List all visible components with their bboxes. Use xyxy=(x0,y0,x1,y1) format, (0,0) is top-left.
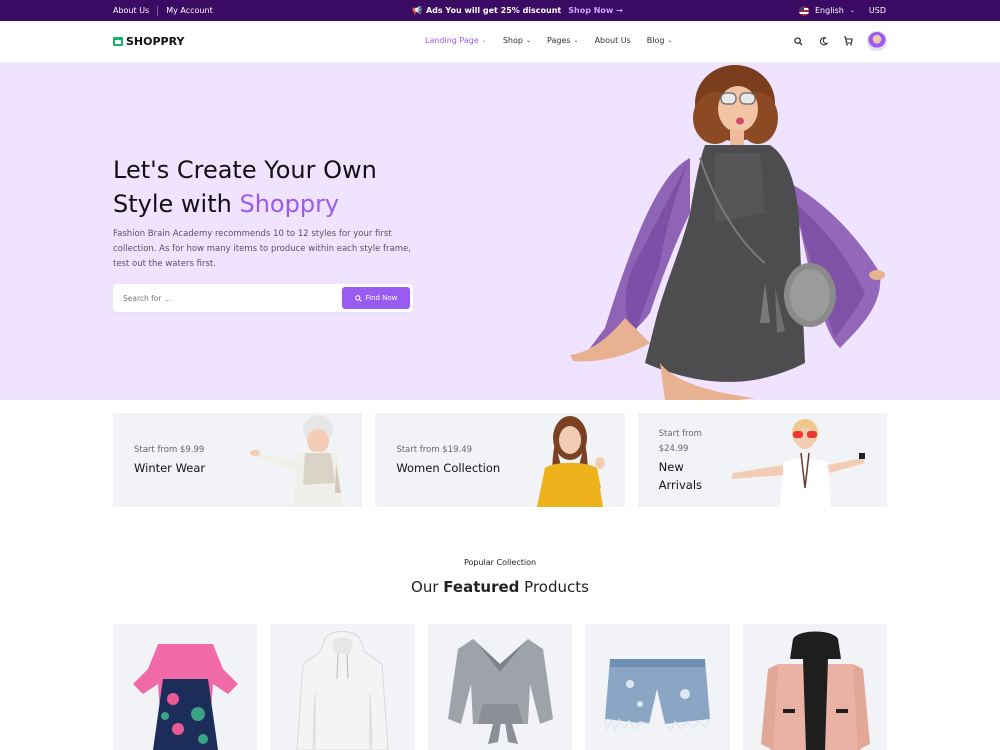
avatar[interactable] xyxy=(867,31,887,51)
product-card[interactable] xyxy=(270,624,415,750)
hero-title-line2: Style with xyxy=(113,190,240,218)
product-card[interactable] xyxy=(427,624,573,750)
product-card[interactable] xyxy=(113,624,258,750)
find-now-label: Find Now xyxy=(365,294,398,302)
nav-item-blog[interactable]: Blog ⌄ xyxy=(647,36,673,45)
hero-description: Fashion Brain Academy recommends 10 to 1… xyxy=(113,229,411,269)
hero-title-accent: Shoppry xyxy=(239,190,340,218)
megaphone-icon: 📢 xyxy=(412,6,422,15)
hero-model-image xyxy=(570,65,885,400)
moon-icon[interactable] xyxy=(817,35,829,47)
language-select[interactable]: English xyxy=(815,6,844,15)
nav-item-label: Blog xyxy=(646,36,665,45)
currency-select[interactable]: USD xyxy=(869,6,886,15)
product-card[interactable] xyxy=(585,624,730,750)
nav-item-label: Landing Page xyxy=(425,36,479,45)
category-cards: Start from $9.99 Winter Wear Start from … xyxy=(113,413,887,507)
category-name: Winter Wear xyxy=(134,461,206,475)
chevron-down-icon[interactable]: ⌄ xyxy=(850,7,855,14)
top-bar: About Us My Account 📢 Ads You will get 2… xyxy=(0,0,1000,21)
chevron-down-icon: ⌄ xyxy=(667,37,673,44)
cart-icon[interactable] xyxy=(842,35,854,47)
chevron-down-icon: ⌄ xyxy=(573,37,579,44)
product-card[interactable] xyxy=(742,624,888,750)
search-icon[interactable] xyxy=(792,35,804,47)
nav-item-landing-page[interactable]: Landing Page ⌄ xyxy=(425,36,487,45)
nav-item-label: Shop xyxy=(502,36,523,45)
category-card-new-arrivals[interactable]: Start from $24.99 New Arrivals xyxy=(637,413,887,507)
featured-products xyxy=(113,624,888,750)
search-input[interactable] xyxy=(123,284,343,312)
pink-jacket-image xyxy=(760,631,870,750)
nav-item-shop[interactable]: Shop ⌄ xyxy=(503,36,531,45)
nav-item-pages[interactable]: Pages ⌄ xyxy=(547,36,579,45)
section-title-prefix: Our xyxy=(411,578,444,596)
striped-wrap-top-image xyxy=(447,639,553,744)
hero-title-line1: Let's Create Your Own xyxy=(113,156,377,184)
section-title: Our Featured Products xyxy=(0,578,1000,596)
find-now-button[interactable]: Find Now xyxy=(342,287,410,309)
category-card-women-collection[interactable]: Start from $19.49 Women Collection xyxy=(375,413,625,507)
search-icon xyxy=(354,294,362,302)
hero-title: Let's Create Your Own Style with Shoppry xyxy=(113,153,393,221)
promo-banner: 📢 Ads You will get 25% discount Shop Now… xyxy=(412,0,623,21)
us-flag-icon xyxy=(798,5,809,16)
new-arrivals-model-image xyxy=(730,419,865,507)
white-hoodie-image xyxy=(296,631,389,750)
main-nav: SHOPPRY Landing Page ⌄ Shop ⌄ Pages ⌄ Ab… xyxy=(0,21,1000,63)
chevron-down-icon: ⌄ xyxy=(481,37,487,44)
chevron-down-icon: ⌄ xyxy=(525,37,531,44)
denim-shorts-image xyxy=(604,659,711,733)
divider xyxy=(157,5,159,16)
section-eyebrow: Popular Collection xyxy=(463,558,537,567)
section-title-suffix: Products xyxy=(519,578,589,596)
brand-logo[interactable]: SHOPPRY xyxy=(113,35,184,48)
shop-icon xyxy=(113,37,123,46)
about-us-link[interactable]: About Us xyxy=(113,6,149,15)
category-name: New Arrivals xyxy=(658,460,703,492)
brand-name: SHOPPRY xyxy=(126,35,185,48)
hero-search: Find Now xyxy=(113,284,413,312)
nav-menu: Landing Page ⌄ Shop ⌄ Pages ⌄ About Us B… xyxy=(425,36,673,45)
category-price: Start from $24.99 xyxy=(658,429,702,454)
category-name: Women Collection xyxy=(396,461,501,475)
floral-dress-image xyxy=(133,644,238,750)
hero-section: Let's Create Your Own Style with Shoppry… xyxy=(0,63,1000,400)
nav-item-label: Pages xyxy=(546,36,571,45)
category-price: Start from $19.49 xyxy=(396,445,473,455)
women-collection-model-image xyxy=(537,416,606,507)
category-card-winter-wear[interactable]: Start from $9.99 Winter Wear xyxy=(113,413,363,507)
nav-item-about-us[interactable]: About Us xyxy=(595,36,631,45)
nav-item-label: About Us xyxy=(594,36,631,45)
winter-wear-model-image xyxy=(250,415,343,507)
my-account-link[interactable]: My Account xyxy=(166,6,212,15)
promo-text: Ads You will get 25% discount xyxy=(425,6,562,15)
category-price: Start from $9.99 xyxy=(134,445,205,455)
shop-now-link[interactable]: Shop Now → xyxy=(568,6,623,15)
section-title-bold: Featured xyxy=(443,578,520,596)
